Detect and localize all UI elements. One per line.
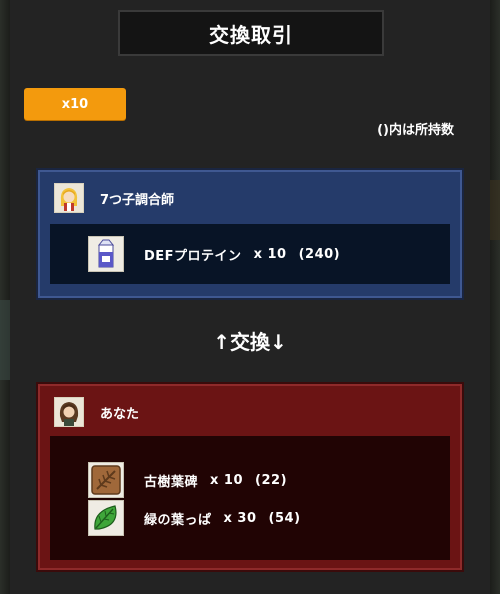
item-owned-count: (240) — [298, 246, 341, 262]
milk-carton-icon — [88, 236, 124, 272]
your-items-box: 古樹葉碑 x 10 (22) 緑の葉っぱ x 30 (54) — [50, 436, 450, 560]
your-header: あなた — [54, 396, 139, 428]
multiplier-button[interactable]: x10 — [24, 88, 126, 120]
partner-items-box: DEFプロテイン x 10 (240) — [50, 224, 450, 284]
item-name: 緑の葉っぱ — [144, 512, 212, 528]
list-item: DEFプロテイン x 10 (240) — [88, 236, 340, 272]
list-item: 古樹葉碑 x 10 (22) — [88, 462, 287, 498]
item-owned-count: (22) — [255, 472, 288, 488]
exchange-label: ↑交換↓ — [213, 330, 287, 354]
partner-panel: 7つ子調合師 DEFプロテイン x 10 (240) — [38, 170, 462, 298]
item-quantity: x 10 — [253, 246, 287, 262]
partner-avatar — [54, 183, 84, 213]
item-owned-count: (54) — [268, 510, 301, 526]
background-edge-right — [490, 0, 500, 594]
partner-header: 7つ子調合師 — [54, 182, 174, 214]
item-quantity: x 30 — [223, 510, 257, 526]
item-name: 古樹葉碑 — [144, 474, 199, 490]
your-name: あなた — [100, 406, 140, 422]
background-edge-left — [0, 0, 10, 594]
list-item: 緑の葉っぱ x 30 (54) — [88, 500, 301, 536]
wood-tablet-icon — [88, 462, 124, 498]
owned-count-note: ()内は所持数 — [377, 123, 454, 138]
page-title: 交換取引 — [118, 10, 384, 56]
green-leaf-icon — [88, 500, 124, 536]
partner-name: 7つ子調合師 — [100, 192, 175, 208]
your-avatar — [54, 397, 84, 427]
page-title-text: 交換取引 — [209, 22, 293, 47]
item-name: DEFプロテイン — [144, 248, 242, 264]
your-panel: あなた 古樹葉碑 x 10 (22) 緑の葉っぱ x 30 (54) — [38, 384, 462, 570]
item-quantity: x 10 — [210, 472, 244, 488]
multiplier-button-label: x10 — [61, 96, 89, 112]
